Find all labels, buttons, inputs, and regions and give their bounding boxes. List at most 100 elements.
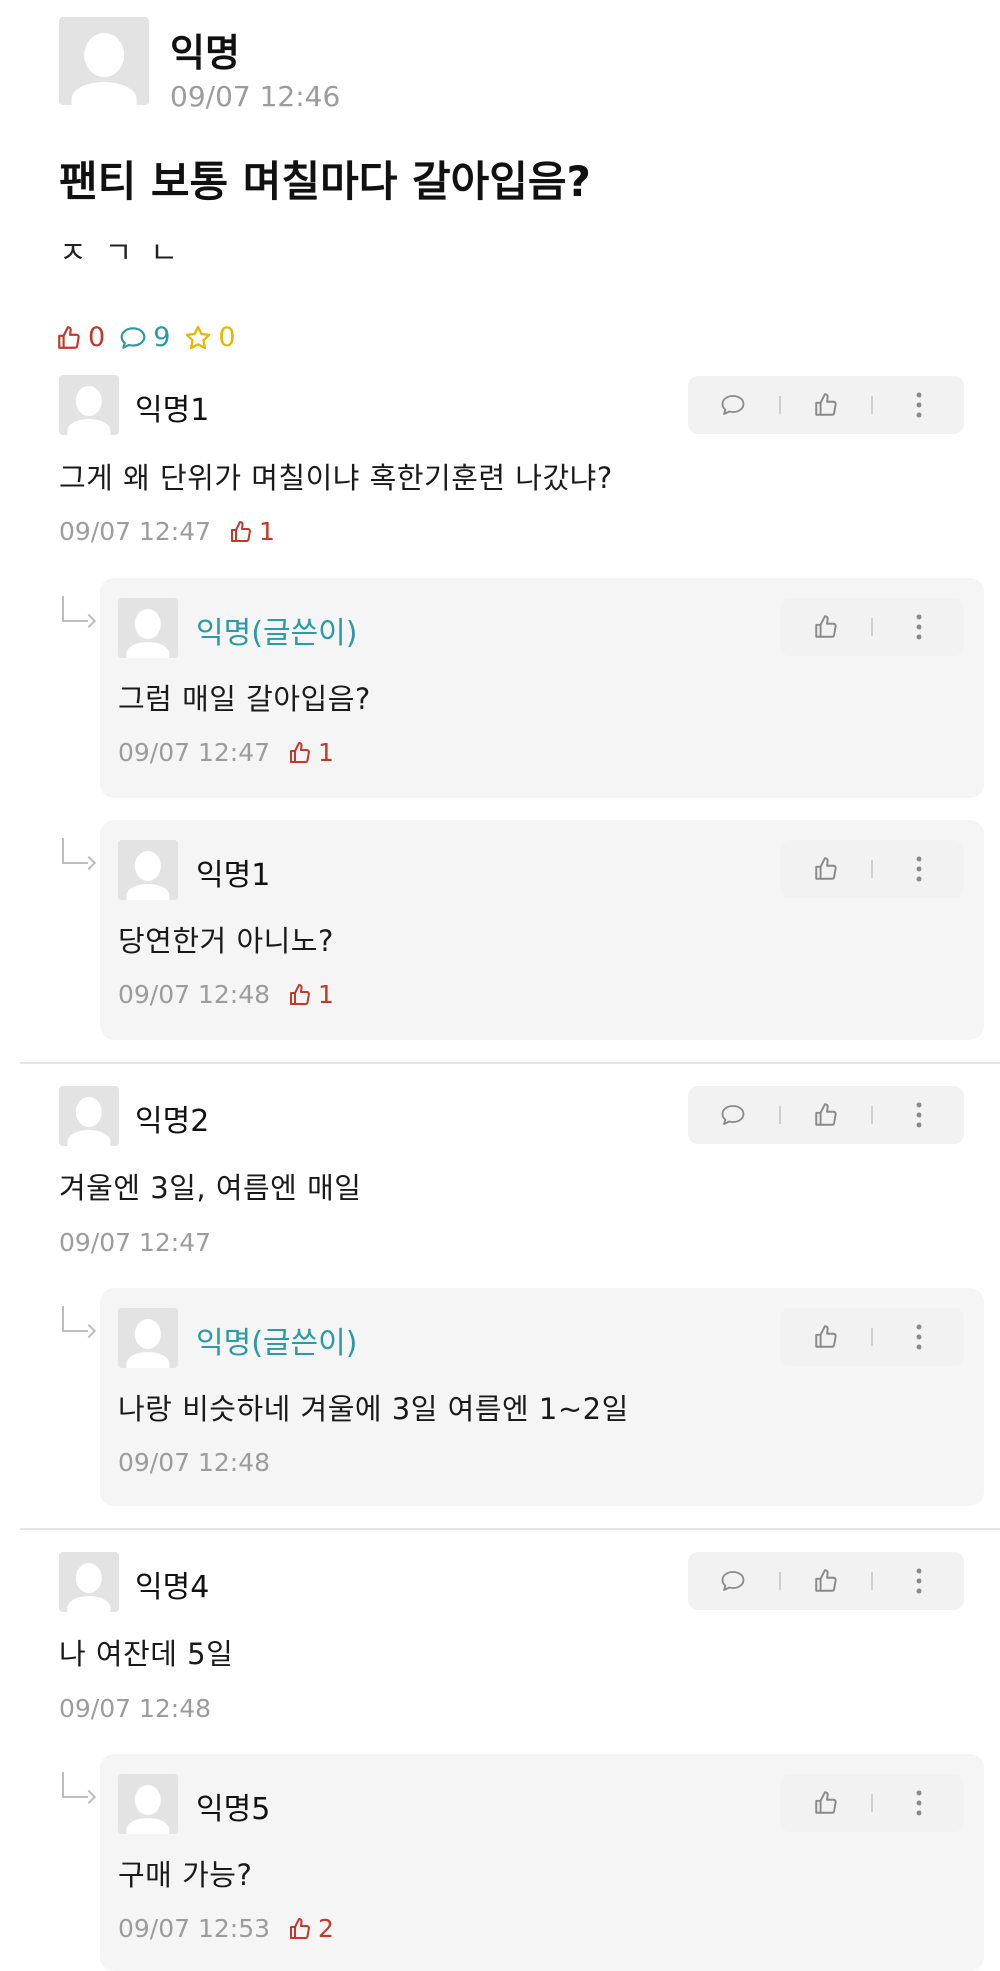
comment-icon [721, 1105, 745, 1125]
post-comment-count: 9 [153, 322, 171, 353]
more-button[interactable] [899, 1095, 939, 1135]
reply-like-count: 2 [318, 1914, 334, 1943]
comment-author[interactable]: 익명1 [135, 385, 209, 429]
like-button[interactable] [806, 385, 846, 425]
post-like-count: 0 [88, 322, 106, 353]
comment-text: 나 여잔데 5일 [59, 1637, 234, 1671]
thumbs-up-icon [58, 325, 80, 349]
reply-likes: 1 [288, 738, 334, 767]
comment-avatar [59, 375, 119, 435]
post-title: 팬티 보통 며칠마다 갈아입음? [59, 157, 591, 206]
reply-button[interactable] [713, 1095, 753, 1135]
reply-avatar [118, 598, 178, 658]
more-button[interactable] [899, 385, 939, 425]
reply-actions [780, 1774, 964, 1832]
reply-actions [780, 598, 964, 656]
star-icon [186, 325, 211, 349]
reply-actions [780, 1308, 964, 1366]
post-stats: 0 9 0 [56, 322, 236, 353]
reply-time: 09/07 12:48 [118, 1448, 271, 1477]
more-vertical-icon [916, 1102, 922, 1128]
comment-author[interactable]: 익명2 [135, 1096, 209, 1140]
post-scrap-count: 0 [218, 322, 236, 353]
divider [778, 1572, 781, 1590]
divider [871, 1572, 874, 1590]
like-button[interactable] [806, 849, 846, 889]
post-author[interactable]: 익명 [170, 22, 240, 77]
more-button[interactable] [899, 849, 939, 889]
reply-author[interactable]: 익명5 [196, 1784, 270, 1828]
reply-arrow-icon [62, 596, 88, 622]
more-button[interactable] [899, 1561, 939, 1601]
post-scrap-stat[interactable]: 0 [184, 322, 236, 353]
divider [871, 1794, 873, 1812]
comment-icon [721, 1571, 745, 1591]
like-button[interactable] [806, 1561, 846, 1601]
comment-divider [20, 1528, 1000, 1530]
more-vertical-icon [916, 856, 921, 882]
like-button[interactable] [806, 607, 846, 647]
comment-actions [688, 1086, 964, 1144]
thumbs-up-icon [815, 1569, 837, 1592]
comment-actions [688, 376, 964, 434]
reply-card: 익명(글쓴이) 그럼 매일 갈아입음? 09/07 12:47 1 [100, 578, 984, 798]
reply-time: 09/07 12:53 [118, 1914, 271, 1943]
post-body: ㅈㄱㄴ [59, 236, 196, 271]
like-button[interactable] [806, 1317, 846, 1357]
reply-meta: 09/07 12:47 1 [118, 738, 334, 767]
thumbs-up-icon [815, 393, 837, 416]
more-vertical-icon [916, 392, 922, 418]
post-comment-stat[interactable]: 9 [119, 322, 170, 353]
like-button[interactable] [806, 1095, 846, 1135]
reply-text: 그럼 매일 갈아입음? [118, 682, 371, 716]
thumbs-up-icon [814, 615, 837, 638]
comment-time: 09/07 12:47 [59, 1228, 212, 1257]
reply-meta: 09/07 12:48 1 [118, 980, 334, 1009]
divider [871, 396, 874, 414]
comment-meta: 09/07 12:48 [59, 1694, 211, 1723]
comment-meta: 09/07 12:47 1 [59, 517, 275, 546]
thumbs-up-icon [290, 741, 310, 763]
reply-like-count: 1 [318, 738, 334, 767]
comment-like-count: 1 [259, 517, 275, 546]
reply-text: 나랑 비슷하네 겨울에 3일 여름엔 1~2일 [118, 1392, 629, 1426]
thumbs-up-icon [814, 1791, 837, 1814]
thumbs-up-icon [814, 857, 837, 880]
post-like-stat[interactable]: 0 [56, 322, 105, 353]
post-time: 09/07 12:46 [170, 80, 341, 113]
thumbs-up-icon [231, 520, 251, 542]
reply-text: 당연한거 아니노? [118, 924, 334, 958]
thumbs-up-icon [815, 1103, 837, 1126]
comment-actions [688, 1552, 964, 1610]
comment-avatar [59, 1552, 119, 1612]
comment-icon [721, 395, 745, 415]
more-vertical-icon [916, 614, 921, 640]
reply-avatar [118, 1308, 178, 1368]
reply-likes: 1 [288, 980, 334, 1009]
reply-card: 익명1 당연한거 아니노? 09/07 12:48 1 [100, 820, 984, 1040]
comment-author[interactable]: 익명4 [135, 1562, 209, 1606]
thumbs-up-icon [814, 1325, 837, 1348]
reply-button[interactable] [713, 1561, 753, 1601]
reply-card: 익명5 구매 가능? 09/07 12:53 2 [100, 1754, 984, 1971]
more-button[interactable] [899, 1317, 939, 1357]
more-vertical-icon [916, 1790, 921, 1816]
reply-avatar [118, 1774, 178, 1834]
comment-text: 그게 왜 단위가 며칠이냐 혹한기훈련 나갔냐? [59, 461, 613, 495]
reply-meta: 09/07 12:48 [118, 1448, 270, 1477]
comment-avatar [59, 1086, 119, 1146]
reply-author[interactable]: 익명(글쓴이) [196, 1318, 357, 1362]
reply-author[interactable]: 익명(글쓴이) [196, 608, 357, 652]
comment-text: 겨울엔 3일, 여름엔 매일 [59, 1171, 362, 1205]
reply-likes: 2 [288, 1914, 334, 1943]
reply-avatar [118, 840, 178, 900]
divider [871, 860, 873, 878]
reply-author[interactable]: 익명1 [196, 850, 270, 894]
comment-divider [20, 1062, 1000, 1064]
more-button[interactable] [899, 607, 939, 647]
post-author-avatar [59, 17, 149, 105]
more-button[interactable] [899, 1783, 939, 1823]
reply-button[interactable] [713, 385, 753, 425]
like-button[interactable] [806, 1783, 846, 1823]
more-vertical-icon [916, 1324, 921, 1350]
